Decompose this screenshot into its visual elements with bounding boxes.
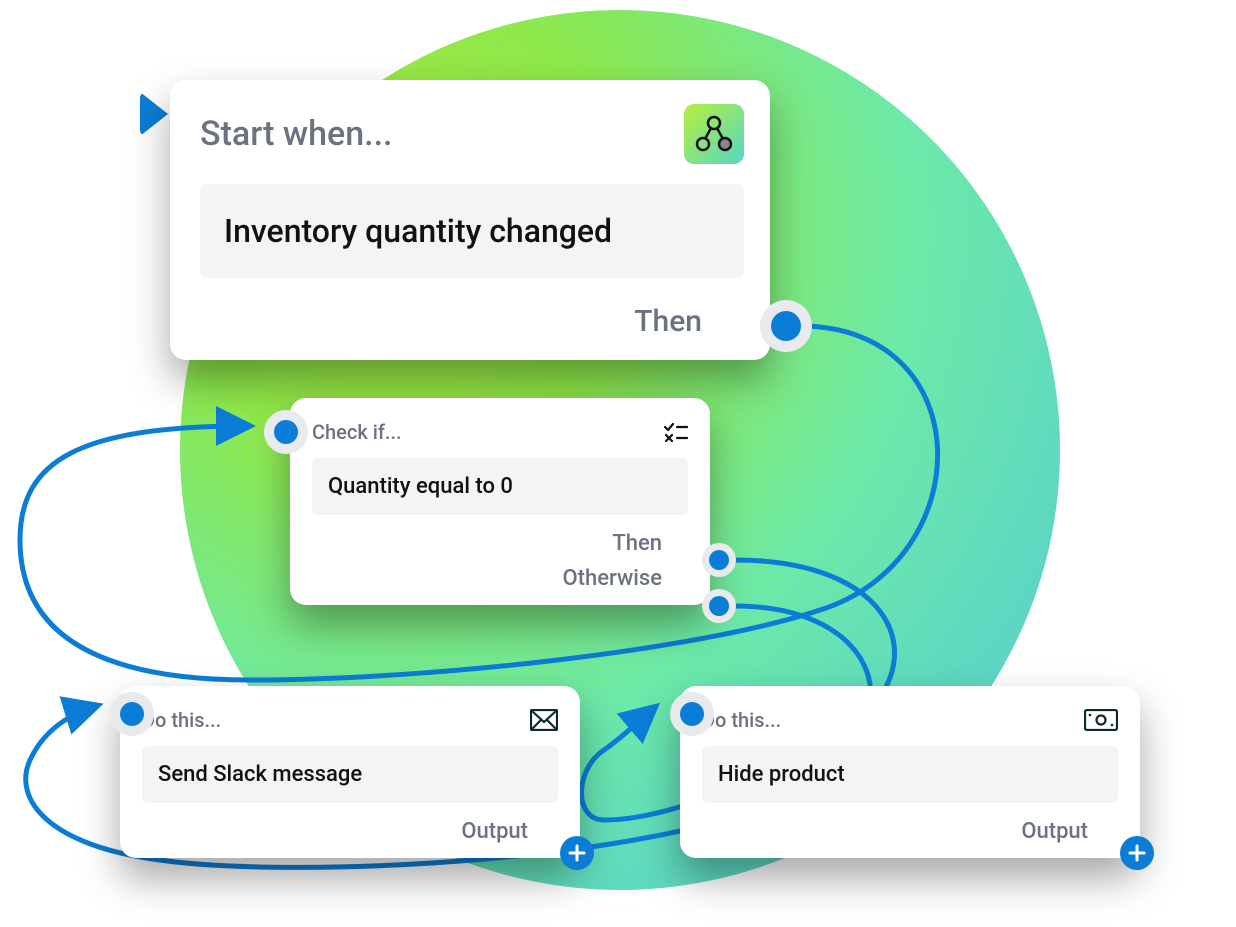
start-node-card[interactable]: Start when... Inventory quantity changed… [170, 80, 770, 360]
check-otherwise-label: Otherwise [563, 566, 663, 591]
do-slack-input-port[interactable] [110, 692, 154, 736]
check-otherwise-port[interactable] [702, 589, 736, 623]
check-node-content[interactable]: Quantity equal to 0 [312, 458, 688, 515]
check-node-title: Check if... [312, 420, 402, 444]
do-node-slack-card[interactable]: Do this... Send Slack message Output [120, 686, 580, 858]
start-node-content[interactable]: Inventory quantity changed [200, 184, 744, 278]
envelope-icon [530, 709, 558, 731]
start-then-port[interactable] [760, 300, 812, 352]
check-then-label: Then [612, 531, 662, 556]
check-node-card[interactable]: Check if... Quantity equal to 0 Then Oth… [290, 398, 710, 605]
play-icon [140, 92, 168, 136]
do-hide-input-port[interactable] [670, 692, 714, 736]
check-input-port[interactable] [264, 410, 308, 454]
checklist-icon [664, 422, 688, 442]
add-output-plus-right[interactable] [1120, 836, 1154, 870]
do-node-slack-output-label: Output [142, 819, 558, 844]
do-node-hide-output-label: Output [702, 819, 1118, 844]
do-node-slack-content[interactable]: Send Slack message [142, 746, 558, 803]
add-output-plus-left[interactable] [560, 836, 594, 870]
start-node-title: Start when... [200, 114, 392, 154]
flow-icon [684, 104, 744, 164]
do-node-hide-card[interactable]: Do this... Hide product Output [680, 686, 1140, 858]
plus-icon [1128, 844, 1146, 862]
money-icon [1084, 709, 1118, 731]
do-node-hide-content[interactable]: Hide product [702, 746, 1118, 803]
check-then-port[interactable] [702, 543, 736, 577]
start-then-label: Then [200, 304, 744, 339]
plus-icon [568, 844, 586, 862]
